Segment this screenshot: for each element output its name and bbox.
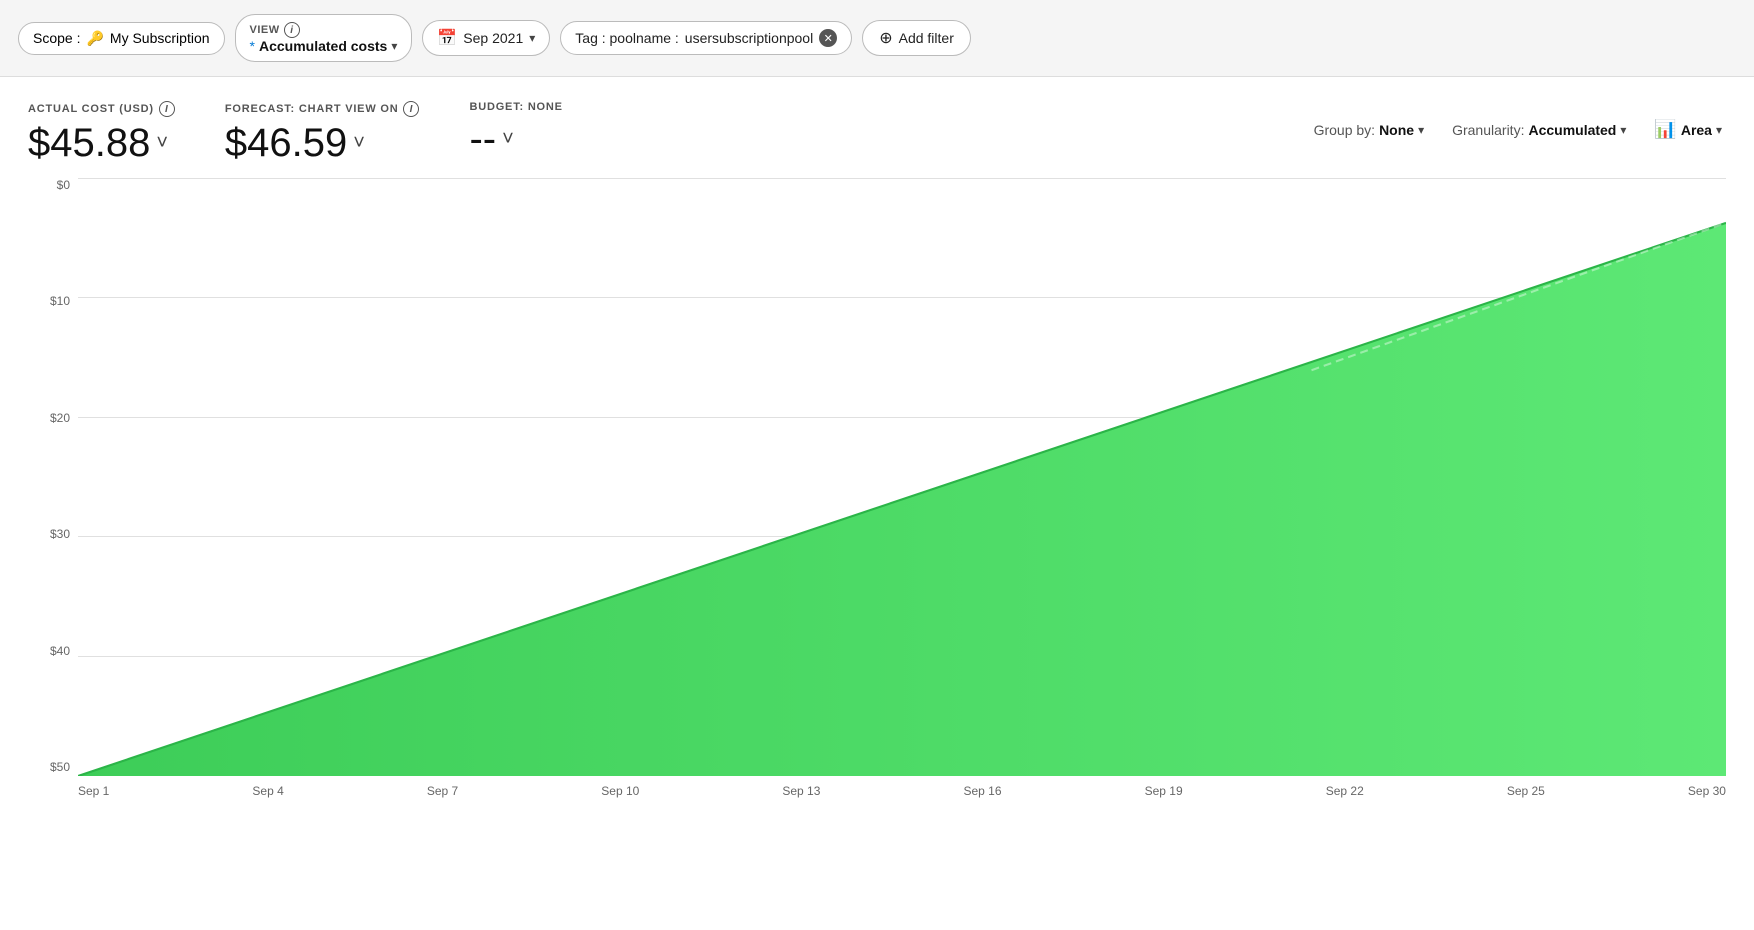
chart-type-chevron-icon: ▾ (1716, 123, 1722, 137)
budget-value: -- ˅ (469, 117, 562, 162)
forecast-info-icon[interactable]: i (403, 101, 419, 117)
forecast-label: FORECAST: CHART VIEW ON i (225, 101, 420, 117)
granularity-label: Granularity: (1452, 122, 1524, 138)
x-label-sep10: Sep 10 (601, 784, 639, 798)
view-info-icon[interactable]: i (284, 22, 300, 38)
group-by-value: None (1379, 122, 1414, 138)
y-label-10: $10 (28, 294, 70, 308)
x-label-sep7: Sep 7 (427, 784, 458, 798)
area-chart-icon: 📊 (1654, 119, 1676, 140)
x-label-sep25: Sep 25 (1507, 784, 1545, 798)
y-label-50: $50 (28, 760, 70, 774)
y-label-20: $20 (28, 411, 70, 425)
y-label-40: $40 (28, 644, 70, 658)
y-axis: $50 $40 $30 $20 $10 $0 (28, 178, 78, 776)
metrics-controls-row: ACTUAL COST (USD) i $45.88 ˅ FORECAST: C… (0, 77, 1754, 178)
x-label-sep13: Sep 13 (782, 784, 820, 798)
group-by-label: Group by: (1314, 122, 1375, 138)
forecast-block: FORECAST: CHART VIEW ON i $46.59 ˅ (225, 101, 420, 166)
chart-inner: $50 $40 $30 $20 $10 $0 (28, 178, 1726, 776)
x-label-sep22: Sep 22 (1326, 784, 1364, 798)
add-filter-label: Add filter (899, 30, 954, 46)
scope-prefix: Scope : (33, 30, 80, 46)
view-label: VIEW (250, 24, 280, 36)
actual-cost-chevron-icon: ˅ (156, 132, 168, 155)
calendar-icon: 📅 (437, 28, 457, 48)
tag-filter-button[interactable]: Tag : poolname : usersubscriptionpool ✕ (560, 21, 852, 55)
add-filter-icon: ⊕ (879, 28, 892, 48)
forecast-value: $46.59 ˅ (225, 121, 420, 166)
date-value: Sep 2021 (463, 30, 523, 46)
granularity-value: Accumulated (1528, 122, 1616, 138)
chart-container: $50 $40 $30 $20 $10 $0 (28, 178, 1726, 798)
chart-wrapper: $50 $40 $30 $20 $10 $0 (28, 178, 1726, 798)
x-axis: Sep 1 Sep 4 Sep 7 Sep 10 Sep 13 Sep 16 S… (28, 776, 1726, 798)
budget-label: BUDGET: NONE (469, 101, 562, 113)
chart-type-control[interactable]: 📊 Area ▾ (1640, 113, 1736, 146)
budget-block: BUDGET: NONE -- ˅ (469, 101, 562, 162)
toolbar: Scope : 🔑 My Subscription VIEW i * Accum… (0, 0, 1754, 77)
tag-label: Tag : poolname : (575, 30, 679, 46)
x-label-sep16: Sep 16 (963, 784, 1001, 798)
date-button[interactable]: 📅 Sep 2021 ▾ (422, 20, 550, 56)
x-label-sep4: Sep 4 (252, 784, 283, 798)
granularity-control[interactable]: Granularity: Accumulated ▾ (1438, 116, 1640, 144)
chart-type-value: Area (1681, 122, 1712, 138)
scope-name: My Subscription (110, 30, 210, 46)
view-asterisk: * (250, 38, 255, 54)
view-button[interactable]: VIEW i * Accumulated costs ▾ (235, 14, 413, 62)
chart-plot (78, 178, 1726, 776)
y-label-0: $0 (28, 178, 70, 192)
group-by-control[interactable]: Group by: None ▾ (1300, 116, 1439, 144)
actual-cost-value: $45.88 ˅ (28, 121, 175, 166)
tag-value: usersubscriptionpool (685, 30, 813, 46)
x-label-sep1: Sep 1 (78, 784, 109, 798)
actual-cost-block: ACTUAL COST (USD) i $45.88 ˅ (28, 101, 175, 166)
x-label-sep30: Sep 30 (1688, 784, 1726, 798)
x-label-sep19: Sep 19 (1145, 784, 1183, 798)
forecast-chevron-icon: ˅ (353, 132, 365, 155)
scope-button[interactable]: Scope : 🔑 My Subscription (18, 22, 225, 55)
view-chevron-icon: ▾ (391, 39, 397, 53)
group-by-chevron-icon: ▾ (1418, 123, 1424, 137)
actual-cost-info-icon[interactable]: i (159, 101, 175, 117)
metrics-row: ACTUAL COST (USD) i $45.88 ˅ FORECAST: C… (28, 87, 563, 172)
budget-chevron-icon: ˅ (502, 128, 514, 151)
tag-remove-icon[interactable]: ✕ (819, 29, 837, 47)
actual-cost-label: ACTUAL COST (USD) i (28, 101, 175, 117)
add-filter-button[interactable]: ⊕ Add filter (862, 20, 971, 56)
date-chevron-icon: ▾ (529, 31, 535, 45)
y-label-30: $30 (28, 527, 70, 541)
area-chart-svg (78, 178, 1726, 776)
granularity-chevron-icon: ▾ (1620, 123, 1626, 137)
view-value: Accumulated costs (259, 38, 387, 54)
key-icon: 🔑 (86, 30, 103, 47)
